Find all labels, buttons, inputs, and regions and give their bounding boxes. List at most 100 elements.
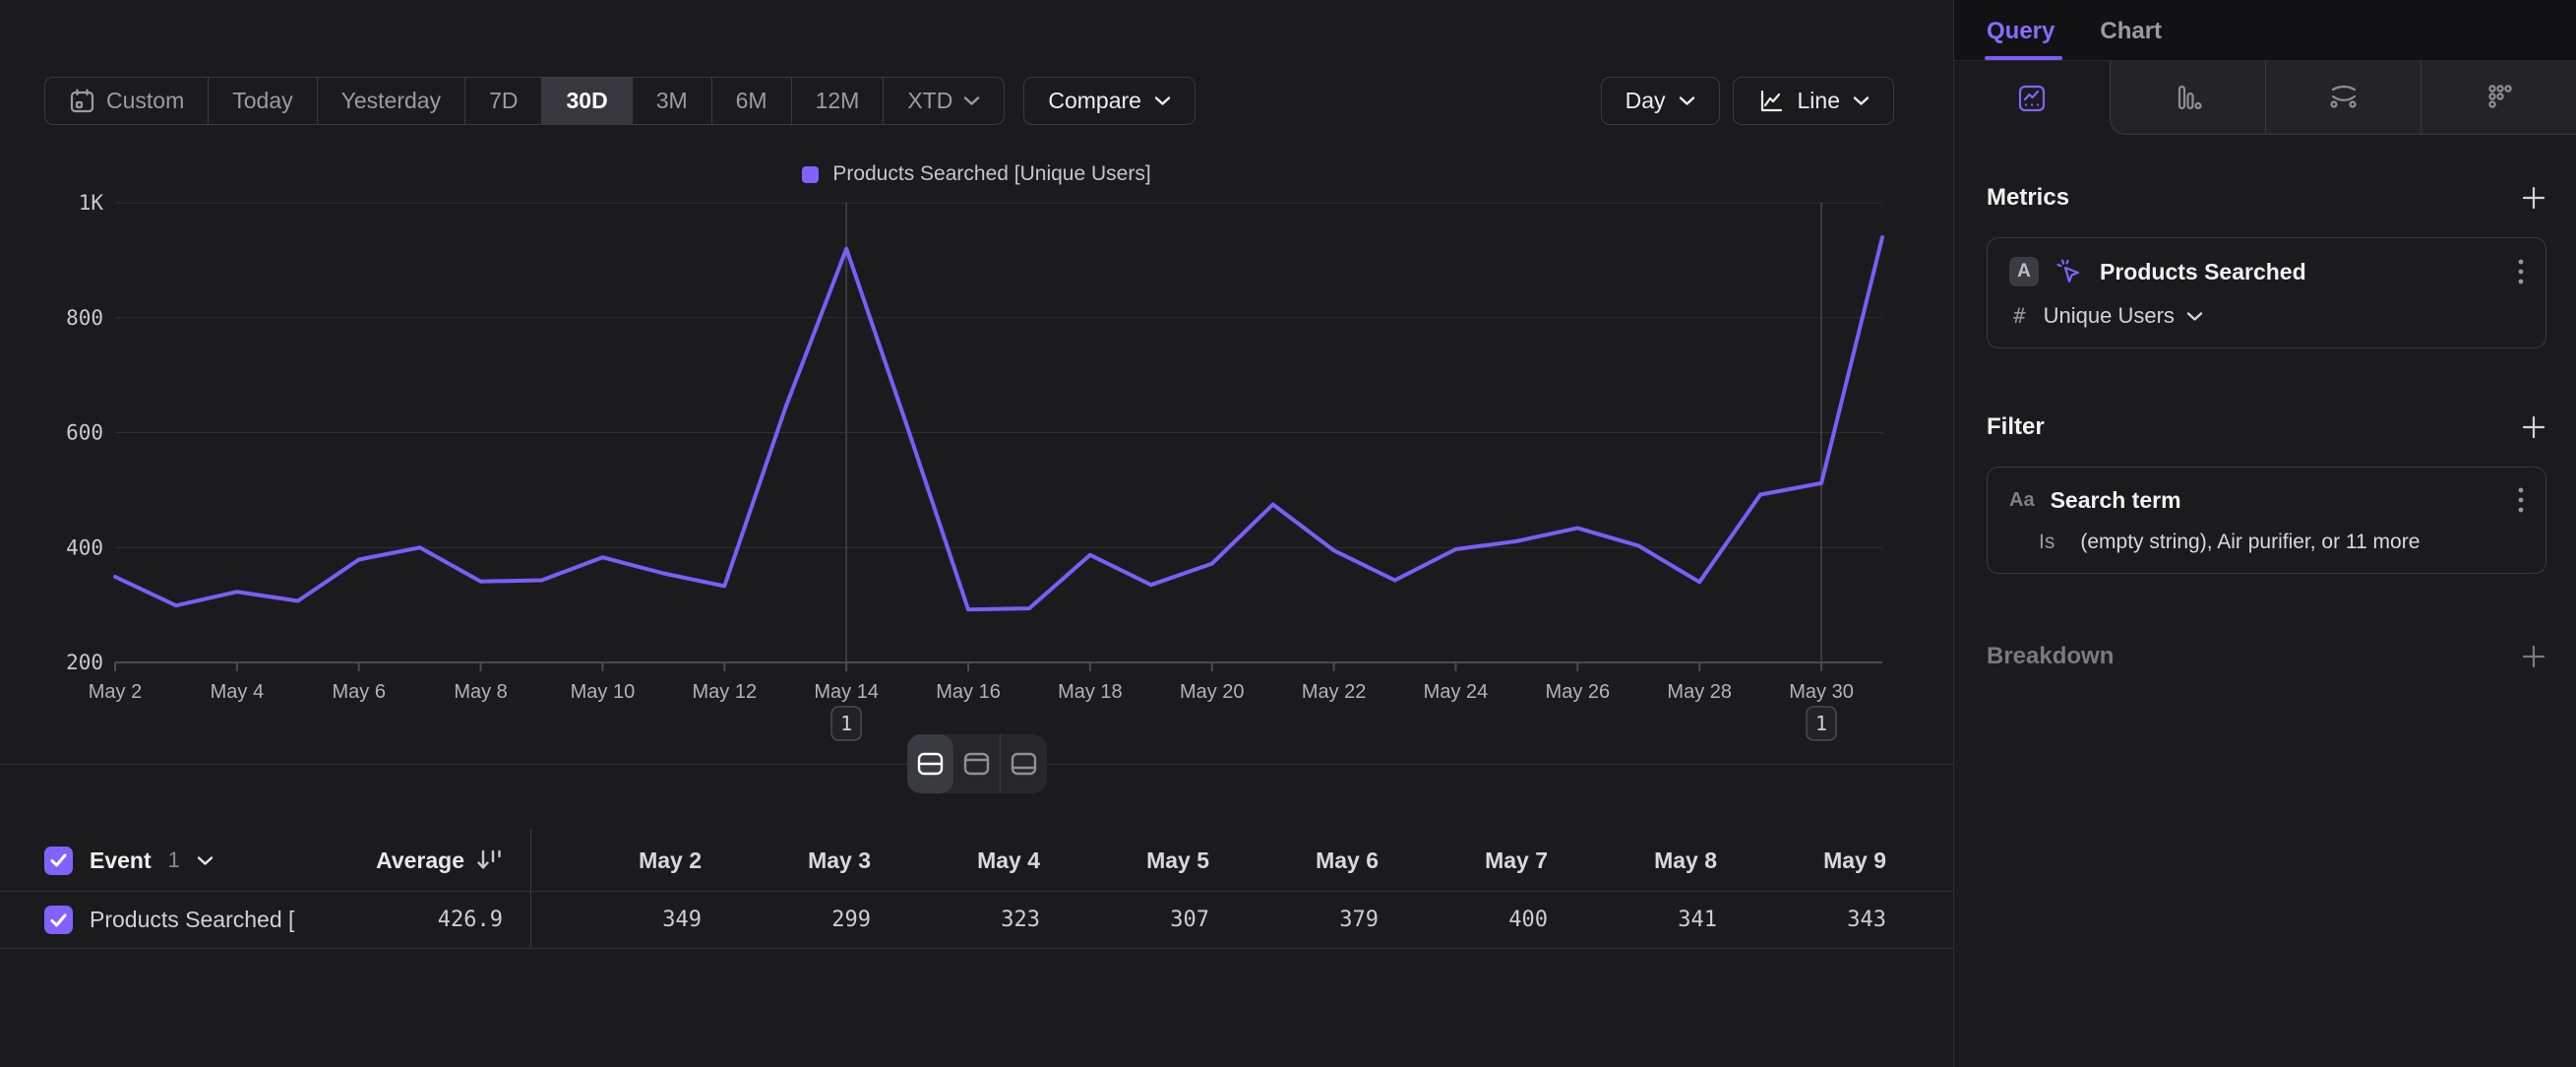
y-axis-label: 400 [66, 535, 103, 559]
metric-card[interactable]: A Products Searched # Unique Users [1987, 237, 2546, 348]
legend-swatch [802, 166, 819, 183]
chart-type-button[interactable]: Line [1733, 77, 1894, 125]
range-today[interactable]: Today [209, 78, 317, 124]
annotation-badge[interactable]: 1 [831, 707, 861, 740]
x-axis-label: May 24 [1424, 681, 1489, 703]
retention-icon [2484, 83, 2514, 112]
breakdown-section: Breakdown [1987, 643, 2546, 670]
add-filter-button[interactable] [2521, 414, 2546, 440]
y-axis-label: 800 [66, 306, 103, 330]
flows-icon [2328, 83, 2360, 112]
series-line[interactable] [115, 237, 1882, 609]
report-type-tabs [1954, 61, 2576, 135]
date-column-header[interactable]: May 5 [1040, 847, 1209, 874]
results-table: Event 1 Average May 2May 3May 4May 5May … [0, 830, 1953, 949]
range-label: 12M [816, 88, 860, 114]
metrics-section: Metrics A Products Searched [1987, 184, 2546, 348]
date-value-cell: 400 [1379, 908, 1548, 932]
tab-insights[interactable] [1954, 61, 2110, 135]
sidebar-tabbar: Query Chart [1954, 0, 2576, 61]
breakdown-title: Breakdown [1987, 643, 2114, 670]
event-header-label: Event [90, 847, 152, 874]
chart-type-label: Line [1798, 88, 1840, 114]
y-axis-label: 200 [66, 651, 103, 674]
sort-descending-icon [477, 848, 503, 872]
range-30d[interactable]: 30D [542, 78, 632, 124]
range-7d[interactable]: 7D [465, 78, 542, 124]
x-axis-label: May 4 [211, 681, 264, 703]
tab-funnels[interactable] [2111, 61, 2265, 134]
date-range-group: Custom Today Yesterday7D 30D 3M6M 12M XTD [44, 77, 1005, 125]
chart-controls: Day Line [1601, 77, 1894, 125]
range-label: 30D [566, 88, 607, 114]
tab-flows[interactable] [2265, 61, 2421, 134]
date-column-header[interactable]: May 6 [1209, 847, 1379, 874]
granularity-button[interactable]: Day [1601, 77, 1720, 125]
average-header-cell[interactable]: Average [295, 830, 531, 891]
date-header-cells: May 2May 3May 4May 5May 6May 7May 8May 9 [531, 847, 1953, 874]
average-value-cell: 426.9 [295, 892, 531, 948]
filter-section: Filter Aa Search term Is [1987, 413, 2546, 574]
layout-chart-only-button[interactable] [953, 734, 1000, 793]
add-metric-button[interactable] [2521, 185, 2546, 211]
layout-table-only-button[interactable] [1000, 734, 1047, 793]
chart-legend[interactable]: Products Searched [Unique Users] [0, 162, 1953, 186]
range-label: Today [232, 88, 292, 114]
tab-chart[interactable]: Chart [2100, 18, 2162, 60]
range-6m[interactable]: 6M [712, 78, 792, 124]
date-column-header[interactable]: May 9 [1717, 847, 1886, 874]
select-all-checkbox[interactable] [44, 847, 73, 875]
series-checkbox[interactable] [44, 906, 73, 934]
kebab-menu-icon[interactable] [2518, 258, 2524, 285]
series-name: Products Searched [Un... [90, 907, 295, 933]
tab-retention[interactable] [2421, 61, 2576, 134]
range-12m[interactable]: 12M [792, 78, 885, 124]
y-axis-label: 600 [66, 421, 103, 445]
string-property-icon: Aa [2009, 489, 2035, 512]
filter-card[interactable]: Aa Search term Is (empty string), Air pu… [1987, 467, 2546, 574]
filter-value[interactable]: (empty string), Air purifier, or 11 more [2080, 531, 2420, 554]
event-count: 1 [168, 847, 180, 873]
filter-title: Filter [1987, 413, 2045, 441]
aggregation-hash-icon: # [2013, 304, 2026, 328]
report-type-tabs-inactive [2110, 61, 2576, 135]
date-value-cells: 349299323307379400341343 [531, 908, 1953, 932]
main-panel: Custom Today Yesterday7D 30D 3M6M 12M XTD Comp… [0, 0, 1953, 1067]
chevron-down-icon [963, 95, 980, 106]
date-column-header[interactable]: May 2 [532, 847, 702, 874]
date-column-header[interactable]: May 4 [871, 847, 1040, 874]
layout-split-view-button[interactable] [907, 734, 953, 793]
legend-label: Products Searched [Unique Users] [832, 162, 1150, 186]
chart-only-icon [963, 752, 990, 776]
kebab-menu-icon[interactable] [2518, 486, 2524, 514]
date-column-header[interactable]: May 7 [1379, 847, 1548, 874]
range-custom[interactable]: Custom [45, 78, 209, 124]
add-breakdown-button[interactable] [2521, 644, 2546, 669]
line-chart[interactable]: 1K800600400200May 2May 4May 6May 8May 10… [0, 193, 1953, 744]
tab-query[interactable]: Query [1987, 18, 2055, 60]
chevron-down-icon[interactable] [197, 855, 214, 866]
date-value-cell: 307 [1040, 908, 1209, 932]
range-3m[interactable]: 3M [633, 78, 712, 124]
date-value-cell: 379 [1209, 908, 1379, 932]
compare-button[interactable]: Compare [1023, 77, 1196, 125]
date-column-header[interactable]: May 3 [702, 847, 871, 874]
average-header-label: Average [376, 847, 464, 874]
range-xtd[interactable]: XTD [884, 78, 1004, 124]
table-header-row: Event 1 Average May 2May 3May 4May 5May … [0, 830, 1953, 892]
date-value-cell: 341 [1548, 908, 1717, 932]
aggregation-selector[interactable]: Unique Users [2044, 303, 2203, 329]
event-cursor-icon [2055, 257, 2084, 286]
x-axis-label: May 26 [1546, 681, 1611, 703]
date-column-header[interactable]: May 8 [1548, 847, 1717, 874]
chevron-down-icon [1154, 95, 1171, 106]
metric-event-name: Products Searched [2100, 259, 2306, 285]
x-axis-label: May 20 [1180, 681, 1245, 703]
filter-property-name: Search term [2051, 487, 2181, 514]
x-axis-label: May 2 [89, 681, 142, 703]
range-yesterday[interactable]: Yesterday [318, 78, 465, 124]
filter-operator[interactable]: Is [2039, 531, 2055, 554]
annotation-badge[interactable]: 1 [1807, 707, 1836, 740]
table-row: Products Searched [Un... 426.9 349299323… [0, 892, 1953, 949]
app-window: Custom Today Yesterday7D 30D 3M6M 12M XTD Comp… [0, 0, 2576, 1067]
